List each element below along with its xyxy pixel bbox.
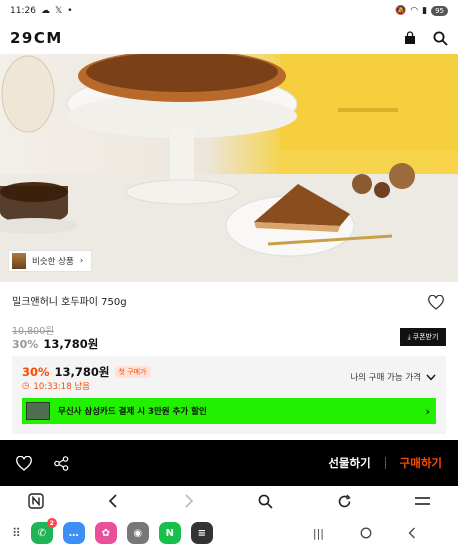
pie-photo [0,54,458,282]
heart-icon[interactable] [16,455,32,471]
search-icon[interactable] [433,31,448,46]
product-hero-image[interactable]: 비슷한 상품 › [0,54,458,282]
dot-icon: • [67,6,73,16]
calculator-app-icon[interactable]: ≡ [190,522,213,544]
phone-badge: 2 [46,518,57,528]
browser-toolbar [0,486,458,516]
messages-app-icon[interactable]: … [62,522,85,544]
discount-price-row: 30% 13,780원 [12,336,98,352]
naver-app-icon[interactable]: N [158,522,181,544]
coupon-button[interactable]: ⤓ 쿠폰받기 [400,328,446,346]
search-icon[interactable] [258,494,273,509]
chevron-right-icon: › [79,256,84,266]
buy-button[interactable]: 구매하기 [400,455,442,471]
purchase-action-bar: 선물하기 구매하기 [0,440,458,486]
app-header: 29CM [0,22,458,54]
product-name: 밀크앤허니 호두파이 750g [12,297,127,308]
wifi-icon: ◠ [410,6,419,16]
purchase-price: 13,780원 [54,365,110,379]
my-price-label: 나의 구매 가능 가격 [350,373,421,383]
mute-icon: 🔕 [395,6,407,16]
system-back-icon[interactable] [408,527,416,539]
wishlist-heart-icon[interactable] [428,295,444,310]
promo-card-image [26,402,50,420]
similar-products-button[interactable]: 비슷한 상품 › [8,250,93,272]
system-dock: ⠿ ✆ 2 … ✿ ◉ N ≡ ||| [0,516,458,550]
status-bar: 11:26 ☁ 𝕏 • 🔕 ◠ ▮ 95 [0,0,458,22]
discount-percent: 30% [12,338,39,351]
divider [384,457,386,469]
forward-arrow-icon[interactable] [183,494,195,508]
battery-indicator: 95 [431,6,448,16]
purchase-price-box: 30% 13,780원 첫 구매가 ◷ 10:33:18 남음 나의 구매 가능… [12,356,446,434]
timer-text: 10:33:18 남음 [33,382,90,392]
original-price: 10,800원 [12,326,54,337]
clock-icon: ◷ [22,381,30,391]
phone-app-icon[interactable]: ✆ 2 [30,518,57,544]
app-drawer-icon[interactable]: ⠿ [12,526,21,540]
similar-products-label: 비슷한 상품 [32,257,74,267]
purchase-discount-percent: 30% [22,365,50,379]
camera-app-icon[interactable]: ◉ [126,522,149,544]
share-icon[interactable] [54,455,69,471]
brand-logo[interactable]: 29CM [10,29,63,47]
gift-button[interactable]: 선물하기 [328,455,370,471]
download-icon: ⤓ [407,332,411,341]
gallery-app-icon[interactable]: ✿ [94,522,117,544]
shopping-bag-icon[interactable] [403,31,417,45]
chevron-down-icon [426,374,436,381]
my-price-toggle[interactable]: 나의 구매 가능 가격 [350,371,436,383]
discount-price: 13,780원 [43,337,99,351]
cloud-icon: ☁ [40,6,50,16]
status-time: 11:26 [10,6,36,16]
menu-icon[interactable] [414,495,430,507]
naver-n-icon[interactable] [28,493,44,509]
back-arrow-icon[interactable] [107,494,119,508]
first-purchase-badge: 첫 구매가 [114,366,151,378]
card-promo-banner[interactable]: 무신사 삼성카드 결제 시 3만원 추가 할인 › [22,398,436,424]
promo-text: 무신사 삼성카드 결제 시 3만원 추가 할인 [58,407,207,417]
x-icon: 𝕏 [54,6,63,16]
recent-apps-icon[interactable]: ||| [313,527,324,540]
signal-icon: ▮ [422,6,428,16]
chevron-right-icon: › [425,404,430,418]
refresh-icon[interactable] [337,494,352,509]
home-icon[interactable] [360,527,372,539]
similar-thumbnail [12,253,26,269]
countdown-timer: ◷ 10:33:18 남음 [22,380,90,392]
coupon-label: 쿠폰받기 [412,333,439,341]
